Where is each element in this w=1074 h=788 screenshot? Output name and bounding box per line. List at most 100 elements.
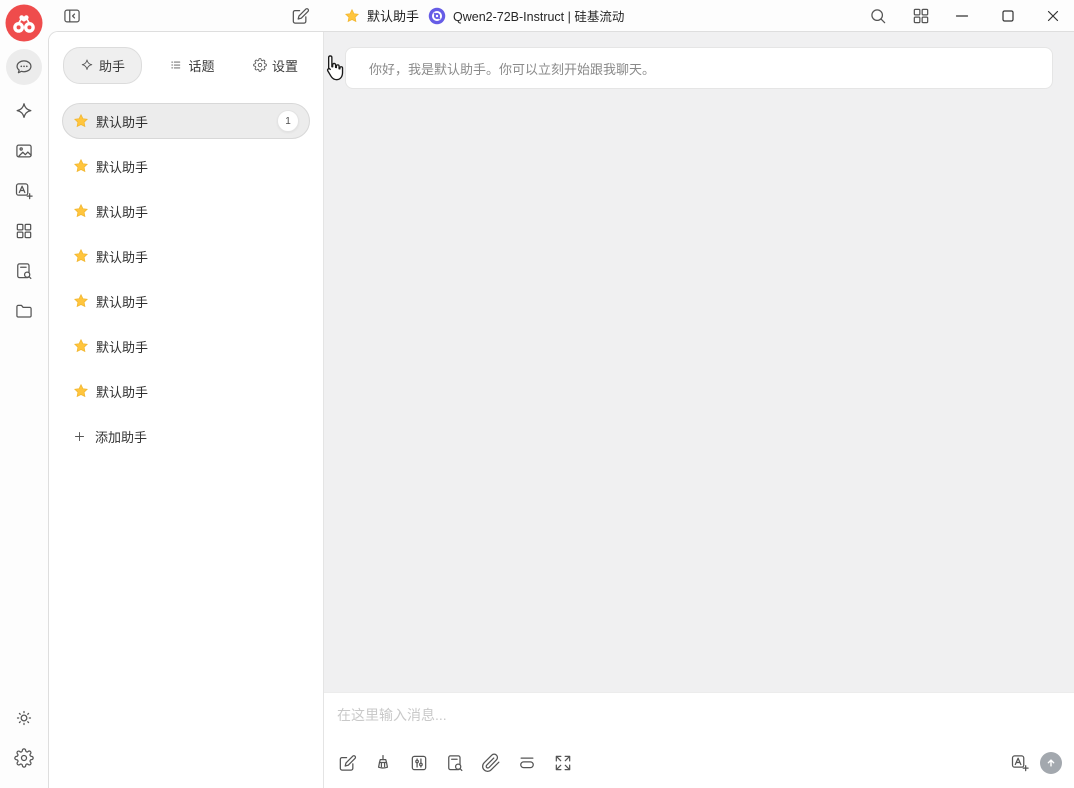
attachment-paperclip-icon <box>481 753 501 773</box>
assistant-greeting-message: 你好，我是默认助手。你可以立刻开始跟我聊天。 <box>345 47 1053 89</box>
sidebar-item-translate[interactable] <box>10 177 38 205</box>
translate-icon <box>14 181 34 201</box>
sidebar-item-knowledge[interactable] <box>10 257 38 285</box>
messages-scroll-area[interactable]: 你好，我是默认助手。你可以立刻开始跟我聊天。 <box>324 32 1074 692</box>
tab-assistants-label: 助手 <box>99 58 126 74</box>
current-assistant-label: 默认助手 <box>367 9 420 24</box>
composer-toolbar <box>324 746 1074 788</box>
add-assistant-label: 添加助手 <box>95 429 148 445</box>
assistant-item-label: 默认助手 <box>96 114 149 130</box>
new-topic-button[interactable] <box>335 751 359 775</box>
current-assistant-button[interactable]: 默认助手 <box>344 6 419 25</box>
assistant-list-item[interactable]: 默认助手 <box>62 283 310 319</box>
settings-gear-icon <box>14 748 34 768</box>
collapse-sidebar-button[interactable] <box>60 4 84 28</box>
sidebar-footer <box>10 692 38 772</box>
tab-settings-label: 设置 <box>271 58 298 74</box>
message-composer <box>324 692 1074 788</box>
panel-collapse-icon <box>62 6 82 26</box>
window-minimize-button[interactable] <box>950 4 974 28</box>
model-selector-button[interactable]: Qwen2-72B-Instruct | 硅基流动 <box>428 6 624 25</box>
message-input[interactable] <box>324 693 1074 746</box>
assistant-list-item[interactable]: 默认助手 <box>62 193 310 229</box>
global-search-button[interactable] <box>866 4 890 28</box>
tab-topics-label: 话题 <box>188 58 215 74</box>
settings-button[interactable] <box>10 744 38 772</box>
sidebar-item-paintings[interactable] <box>10 137 38 165</box>
compose-edit-icon <box>290 6 310 26</box>
send-message-button[interactable] <box>1040 752 1062 774</box>
model-selector-label: Qwen2-72B-Instruct | 硅基流动 <box>453 10 625 24</box>
attach-file-button[interactable] <box>479 751 503 775</box>
clear-context-button[interactable] <box>515 751 539 775</box>
clear-messages-button[interactable] <box>371 751 395 775</box>
sidebar-item-agents[interactable] <box>10 97 38 125</box>
clear-broom-icon <box>373 753 393 773</box>
sidebar-item-files[interactable] <box>10 297 38 325</box>
window-maximize-button[interactable] <box>996 4 1020 28</box>
star-icon <box>73 248 89 264</box>
app-window: 默认助手 Qwen2-72B-Instruct | 硅基流动 助手 话题 设置 … <box>0 0 1074 788</box>
assistant-item-label: 默认助手 <box>96 384 149 400</box>
star-icon <box>73 158 89 174</box>
chat-bubble-icon <box>14 57 34 77</box>
assistant-list-item[interactable]: 默认助手 <box>62 238 310 274</box>
minimize-icon <box>955 14 969 17</box>
clear-context-icon <box>517 753 537 773</box>
star-icon <box>344 8 360 24</box>
assistants-panel: 助手 话题 设置 默认助手 1 默认助手 默认助手 默认助手 默认助手 默认助手… <box>49 32 324 788</box>
tab-assistants[interactable]: 助手 <box>63 46 143 84</box>
new-topic-button[interactable] <box>288 4 312 28</box>
apps-grid-icon <box>911 6 931 26</box>
assistant-list-item[interactable]: 默认助手 <box>62 373 310 409</box>
top-navbar: 默认助手 Qwen2-72B-Instruct | 硅基流动 <box>48 0 1074 31</box>
assistant-list-item[interactable]: 默认助手 <box>62 148 310 184</box>
maximize-icon <box>1002 9 1014 22</box>
theme-toggle-button[interactable] <box>10 704 38 732</box>
list-icon <box>169 58 183 72</box>
mini-apps-button[interactable] <box>909 4 933 28</box>
knowledge-search-icon <box>14 261 34 281</box>
translate-icon <box>1010 753 1030 773</box>
panel-tabs: 助手 话题 设置 <box>63 46 309 84</box>
sparkle-icon <box>80 58 94 72</box>
assistant-item-label: 默认助手 <box>96 204 149 220</box>
star-icon <box>73 293 89 309</box>
window-close-button[interactable] <box>1041 4 1065 28</box>
cherry-studio-logo <box>5 4 43 42</box>
send-arrow-icon <box>1047 759 1055 767</box>
assistant-list-item[interactable]: 默认助手 1 <box>62 103 310 139</box>
expand-icon <box>553 753 573 773</box>
gear-icon <box>253 58 267 72</box>
new-topic-edit-icon <box>337 753 357 773</box>
translate-input-button[interactable] <box>1008 751 1032 775</box>
search-icon <box>868 6 888 26</box>
sidebar-item-assistants[interactable] <box>6 49 42 85</box>
model-settings-button[interactable] <box>407 751 431 775</box>
topic-search-button[interactable] <box>443 751 467 775</box>
app-sidebar <box>0 0 48 788</box>
close-icon <box>1047 10 1059 21</box>
tab-settings[interactable]: 设置 <box>242 47 309 84</box>
star-icon <box>73 383 89 399</box>
star-icon <box>73 338 89 354</box>
assistant-list: 默认助手 1 默认助手 默认助手 默认助手 默认助手 默认助手 默认助手 添加助… <box>49 103 323 454</box>
sidebar-item-apps[interactable] <box>10 217 38 245</box>
assistant-item-label: 默认助手 <box>96 159 149 175</box>
image-icon <box>14 141 34 161</box>
topic-count-badge: 1 <box>277 110 299 132</box>
assistant-item-label: 默认助手 <box>96 339 149 355</box>
content-container: 助手 话题 设置 默认助手 1 默认助手 默认助手 默认助手 默认助手 默认助手… <box>48 31 1074 788</box>
sparkle-icon <box>14 101 34 121</box>
expand-input-button[interactable] <box>551 751 575 775</box>
apps-grid-icon <box>14 221 34 241</box>
theme-sun-icon <box>14 708 34 728</box>
star-icon <box>73 113 89 129</box>
topic-search-icon <box>445 753 465 773</box>
model-sliders-icon <box>409 753 429 773</box>
assistant-item-label: 默认助手 <box>96 294 149 310</box>
assistant-list-item[interactable]: 默认助手 <box>62 328 310 364</box>
add-assistant-button[interactable]: 添加助手 <box>62 418 310 454</box>
tab-topics[interactable]: 话题 <box>158 47 225 84</box>
greeting-text: 你好，我是默认助手。你可以立刻开始跟我聊天。 <box>369 61 656 77</box>
